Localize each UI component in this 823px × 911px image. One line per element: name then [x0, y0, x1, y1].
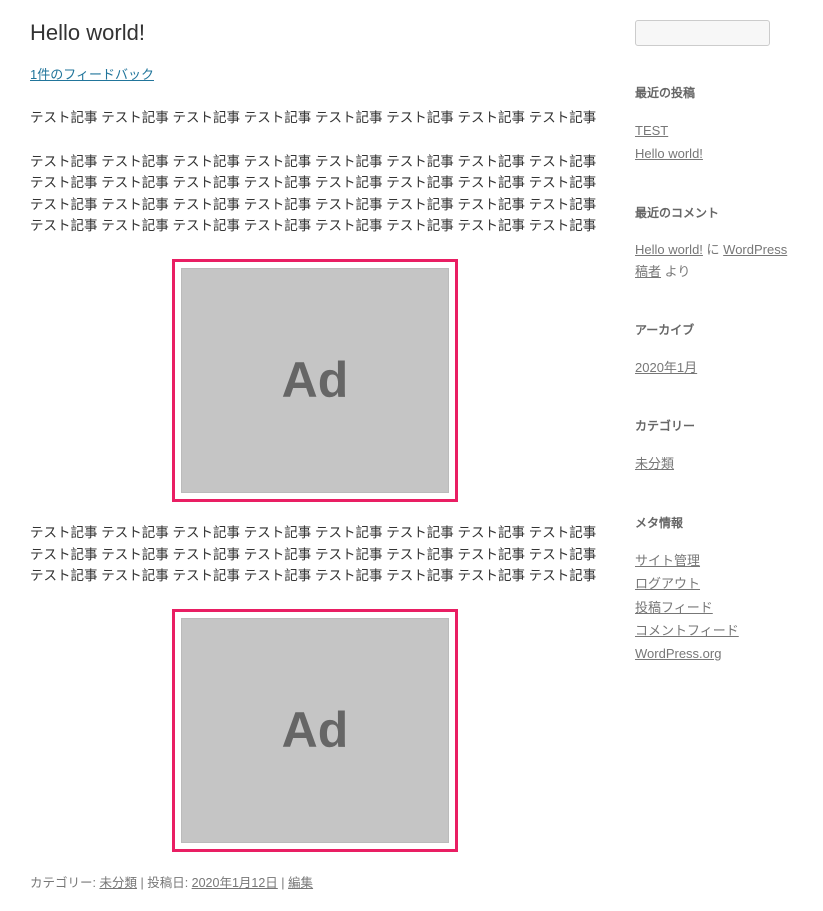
ad-container[interactable]: Ad: [172, 609, 458, 852]
category-link[interactable]: 未分類: [99, 876, 137, 890]
widget-title-archives: アーカイブ: [635, 321, 800, 338]
entry-paragraph: テスト記事 テスト記事 テスト記事 テスト記事 テスト記事 テスト記事 テスト記…: [30, 522, 600, 587]
comment-post-link[interactable]: Hello world!: [635, 242, 703, 257]
entry-title: Hello world!: [30, 20, 600, 46]
meta-link-logout[interactable]: ログアウト: [635, 576, 700, 591]
widget-title-recent-comments: 最近のコメント: [635, 204, 800, 221]
search-input[interactable]: [635, 20, 770, 46]
meta-link-comments-feed[interactable]: コメントフィード: [635, 623, 739, 638]
entry-paragraph: テスト記事 テスト記事 テスト記事 テスト記事 テスト記事 テスト記事 テスト記…: [30, 107, 600, 129]
category-label: カテゴリー:: [30, 876, 99, 890]
entry-meta: カテゴリー: 未分類 | 投稿日: 2020年1月12日 | 編集: [30, 872, 600, 891]
recent-post-link[interactable]: Hello world!: [635, 146, 703, 161]
ad-label: Ad: [282, 340, 349, 420]
meta-link-admin[interactable]: サイト管理: [635, 553, 700, 568]
category-link[interactable]: 未分類: [635, 456, 674, 471]
edit-link[interactable]: 編集: [288, 876, 313, 890]
widget-title-categories: カテゴリー: [635, 417, 800, 434]
recent-comment: Hello world! に WordPress 稿者 より: [635, 239, 800, 283]
entry-paragraph: テスト記事 テスト記事 テスト記事 テスト記事 テスト記事 テスト記事 テスト記…: [30, 151, 600, 237]
date-label: 投稿日:: [147, 876, 191, 890]
widget-title-meta: メタ情報: [635, 514, 800, 531]
widget-title-recent-posts: 最近の投稿: [635, 84, 800, 101]
meta-link-wordpress[interactable]: WordPress.org: [635, 646, 721, 661]
date-link[interactable]: 2020年1月12日: [192, 876, 278, 890]
ad-container[interactable]: Ad: [172, 259, 458, 502]
meta-link-posts-feed[interactable]: 投稿フィード: [635, 600, 713, 615]
recent-post-link[interactable]: TEST: [635, 123, 668, 138]
archive-link[interactable]: 2020年1月: [635, 360, 697, 375]
comments-link[interactable]: 1件のフィードバック: [30, 67, 154, 82]
ad-label: Ad: [282, 690, 349, 770]
